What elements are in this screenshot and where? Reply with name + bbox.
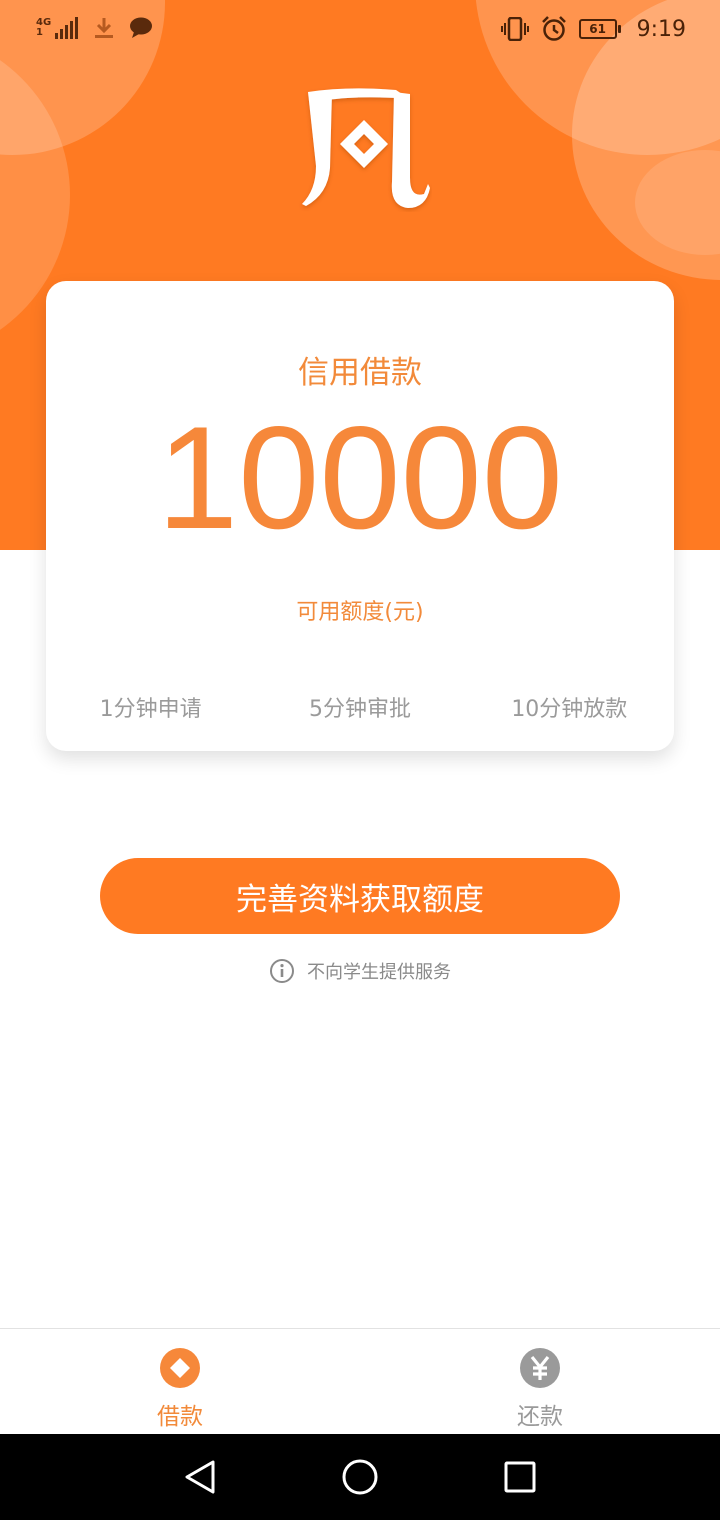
card-title: 信用借款 <box>298 355 422 391</box>
step-review: 5分钟审批 <box>308 697 411 722</box>
battery-indicator: 61 <box>578 19 621 39</box>
app-screen: 4G 1 61 9:19 信用借款 10000 可用额度(元) 1分钟申请 5分… <box>0 0 720 1520</box>
step-disburse: 10分钟放款 <box>511 697 628 722</box>
system-nav-bar <box>0 1434 720 1520</box>
sim-slot-label: 1 <box>36 27 43 38</box>
credit-card-panel: 信用借款 10000 可用额度(元) 1分钟申请 5分钟审批 10分钟放款 <box>46 281 674 751</box>
notice-text: 不向学生提供服务 <box>307 962 451 983</box>
tab-repay[interactable]: 还款 <box>360 1329 720 1435</box>
app-logo <box>302 88 430 208</box>
clock: 9:19 <box>636 16 686 42</box>
message-icon <box>130 17 153 38</box>
recents-button[interactable] <box>498 1455 542 1499</box>
recents-square-icon <box>504 1461 536 1493</box>
loan-diamond-icon <box>160 1348 200 1388</box>
home-circle-icon <box>342 1459 378 1495</box>
bottom-tab-bar: 借款 还款 <box>0 1328 720 1435</box>
tab-repay-label: 还款 <box>517 1404 563 1430</box>
process-steps: 1分钟申请 5分钟审批 10分钟放款 <box>46 691 674 723</box>
status-bar: 4G 1 61 9:19 <box>0 0 720 62</box>
student-notice: 不向学生提供服务 <box>0 958 720 984</box>
complete-profile-button[interactable]: 完善资料获取额度 <box>100 858 620 934</box>
yen-icon <box>520 1348 560 1388</box>
step-apply: 1分钟申请 <box>99 697 202 722</box>
back-button[interactable] <box>178 1455 222 1499</box>
tab-loan[interactable]: 借款 <box>0 1329 360 1435</box>
download-icon <box>95 18 114 38</box>
info-icon <box>270 959 294 983</box>
alarm-icon <box>541 16 566 41</box>
home-button[interactable] <box>338 1455 382 1499</box>
vibrate-icon <box>500 17 529 41</box>
network-type: 4G 1 <box>36 18 51 38</box>
signal-icon <box>55 17 79 39</box>
back-triangle-icon <box>185 1460 215 1494</box>
credit-amount: 10000 <box>157 396 563 559</box>
tab-loan-label: 借款 <box>157 1404 203 1430</box>
available-limit-label: 可用额度(元) <box>296 600 424 625</box>
